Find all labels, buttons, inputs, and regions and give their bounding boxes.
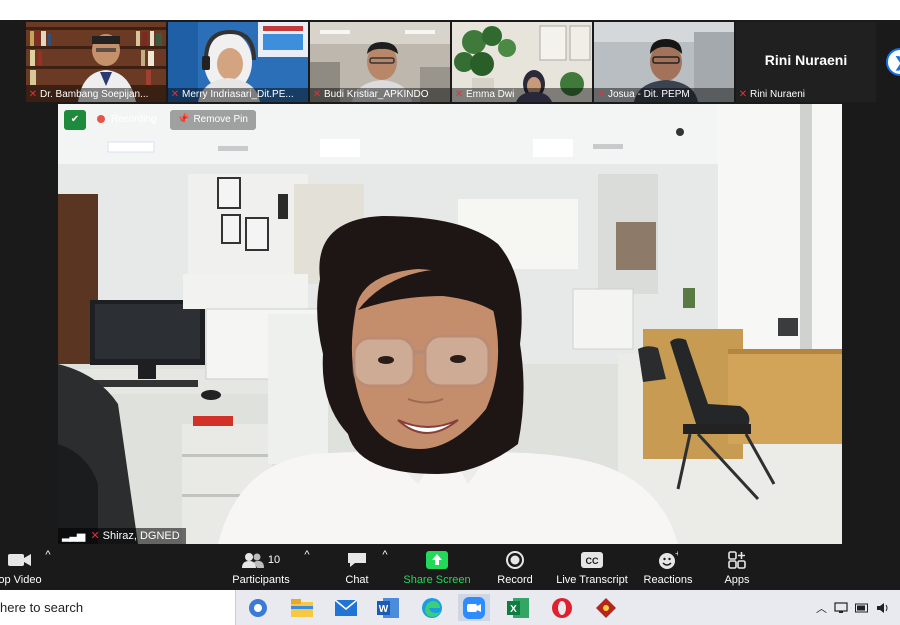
reactions-button[interactable]: + Reactions bbox=[640, 549, 696, 586]
participant-tile-5[interactable]: ✕ Josua - Dit. PEPM bbox=[594, 22, 734, 102]
recording-label: Recording bbox=[111, 114, 157, 125]
participants-button[interactable]: 10 Participants bbox=[228, 549, 294, 586]
share-screen-label: Share Screen bbox=[403, 574, 471, 586]
participants-count: 10 bbox=[267, 554, 281, 566]
participant-name: Budi Kristiar_APKINDO bbox=[324, 89, 429, 100]
participant-name-bar: ✕ Josua - Dit. PEPM bbox=[594, 88, 734, 102]
svg-text:CC: CC bbox=[586, 556, 599, 566]
mic-muted-icon: ✕ bbox=[170, 89, 180, 100]
taskbar-app-icon[interactable] bbox=[590, 594, 622, 621]
participant-name: Rini Nuraeni bbox=[750, 89, 806, 100]
task-view-icon bbox=[249, 598, 267, 617]
svg-text:W: W bbox=[379, 604, 389, 615]
apps-label: Apps bbox=[724, 574, 750, 586]
edge-browser-icon bbox=[422, 597, 442, 618]
apps-icon bbox=[717, 549, 757, 571]
participant-name-bar: ✕ Rini Nuraeni bbox=[736, 88, 876, 102]
participant-name-bar: ✕ Merry Indriasari_Dit.PE... bbox=[168, 88, 308, 102]
mic-muted-icon: ✕ bbox=[90, 530, 100, 542]
file-explorer-icon bbox=[291, 598, 313, 617]
signal-strength-icon: ▂▃▅ bbox=[62, 530, 85, 542]
window-top-edge bbox=[0, 0, 900, 20]
remove-pin-button[interactable]: 📌 Remove Pin bbox=[170, 110, 256, 130]
next-page-arrow-icon[interactable]: ❯ bbox=[886, 48, 900, 76]
participant-name-bar: ✕ Emma Dwi bbox=[452, 88, 592, 102]
participant-strip: ✕ Dr. Bambang Soepijan... ✕ Merry Indriasa… bbox=[26, 22, 876, 102]
reactions-emoji-icon: + bbox=[640, 549, 696, 571]
system-tray: ︿ bbox=[816, 600, 900, 616]
taskbar-app-icon[interactable]: W bbox=[372, 594, 404, 621]
taskbar-app-icon[interactable]: X bbox=[502, 594, 534, 621]
participant-name-bar: ✕ Budi Kristiar_APKINDO bbox=[310, 88, 450, 102]
apps-button[interactable]: Apps bbox=[717, 549, 757, 586]
live-transcript-button[interactable]: CC Live Transcript bbox=[553, 549, 631, 586]
participant-name: Merry Indriasari_Dit.PE... bbox=[182, 89, 294, 100]
participant-tile-6[interactable]: Rini Nuraeni ✕ Rini Nuraeni bbox=[736, 22, 876, 102]
chevron-up-icon[interactable]: ︿ bbox=[816, 600, 827, 616]
participant-tile-2[interactable]: ✕ Merry Indriasari_Dit.PE... bbox=[168, 22, 308, 102]
live-transcript-label: Live Transcript bbox=[556, 574, 628, 586]
mic-muted-icon: ✕ bbox=[738, 89, 748, 100]
opera-browser-icon bbox=[552, 597, 572, 618]
mic-muted-icon: ✕ bbox=[312, 89, 322, 100]
windows-taskbar: here to search W X ︿ bbox=[0, 590, 900, 625]
recording-dot-icon bbox=[97, 115, 105, 124]
taskbar-app-icon[interactable] bbox=[286, 594, 318, 621]
participant-name-bar: ✕ Dr. Bambang Soepijan... bbox=[26, 88, 166, 102]
speaker-name: Shiraz, DGNED bbox=[102, 530, 180, 542]
pinned-speaker-video: ✔ Recording 📌 Remove Pin ▂▃▅ ✕ Shiraz, DGN… bbox=[58, 104, 842, 544]
taskbar-app-icon[interactable] bbox=[330, 594, 362, 621]
participant-tile-4[interactable]: ✕ Emma Dwi bbox=[452, 22, 592, 102]
svg-text:+: + bbox=[675, 550, 678, 558]
meeting-toolbar: op Video ^ 10 Participants ^ Chat ^ Shar… bbox=[0, 545, 900, 590]
participant-display-name: Rini Nuraeni bbox=[764, 52, 848, 68]
speaker-video-frame bbox=[58, 104, 842, 544]
search-box-text: here to search bbox=[0, 600, 84, 615]
participants-label: Participants bbox=[232, 574, 290, 586]
taskbar-search-box[interactable]: here to search bbox=[0, 590, 236, 625]
speaker-name-bar: ▂▃▅ ✕ Shiraz, DGNED bbox=[58, 528, 186, 544]
closed-captions-icon: CC bbox=[553, 549, 631, 571]
share-screen-button[interactable]: Share Screen bbox=[402, 549, 472, 586]
chat-label: Chat bbox=[345, 574, 369, 586]
video-options-caret-icon[interactable]: ^ bbox=[38, 549, 58, 561]
participants-icon: 10 bbox=[228, 549, 294, 571]
excel-icon: X bbox=[507, 597, 529, 618]
share-screen-icon bbox=[402, 549, 472, 571]
pin-icon: 📌 bbox=[177, 114, 190, 125]
security-shield-icon: ✔ bbox=[64, 110, 86, 130]
zoom-app-icon bbox=[463, 596, 485, 619]
recording-indicator: Recording bbox=[92, 110, 164, 130]
battery-icon[interactable] bbox=[855, 603, 869, 613]
remove-pin-label: Remove Pin bbox=[193, 114, 248, 125]
participant-tile-3[interactable]: ✕ Budi Kristiar_APKINDO bbox=[310, 22, 450, 102]
taskbar-app-icon[interactable] bbox=[546, 594, 578, 621]
taskbar-app-icon[interactable] bbox=[242, 594, 274, 621]
mail-icon bbox=[335, 599, 357, 616]
mic-muted-icon: ✕ bbox=[28, 89, 38, 100]
word-icon: W bbox=[377, 597, 399, 618]
mic-muted-icon: ✕ bbox=[454, 89, 464, 100]
reactions-label: Reactions bbox=[643, 574, 693, 586]
taskbar-app-icon[interactable] bbox=[416, 594, 448, 621]
mic-muted-icon: ✕ bbox=[596, 89, 606, 100]
participant-tile-1[interactable]: ✕ Dr. Bambang Soepijan... bbox=[26, 22, 166, 102]
record-icon bbox=[492, 549, 538, 571]
participant-name: Emma Dwi bbox=[466, 89, 515, 100]
chat-icon bbox=[335, 549, 379, 571]
network-monitor-icon[interactable] bbox=[834, 602, 848, 614]
participant-name: Dr. Bambang Soepijan... bbox=[40, 89, 149, 100]
chat-button[interactable]: Chat bbox=[335, 549, 379, 586]
chat-caret-icon[interactable]: ^ bbox=[377, 549, 393, 561]
participant-name: Josua - Dit. PEPM bbox=[608, 89, 690, 100]
record-label: Record bbox=[497, 574, 533, 586]
volume-icon[interactable] bbox=[876, 602, 890, 614]
record-button[interactable]: Record bbox=[492, 549, 538, 586]
video-label: op Video bbox=[0, 574, 42, 586]
zoom-meeting-window: ✕ Dr. Bambang Soepijan... ✕ Merry Indriasa… bbox=[0, 20, 900, 545]
participants-caret-icon[interactable]: ^ bbox=[299, 549, 315, 561]
taskbar-app-icon-active[interactable] bbox=[458, 594, 490, 621]
svg-text:X: X bbox=[510, 604, 517, 615]
game-app-icon bbox=[596, 597, 616, 618]
